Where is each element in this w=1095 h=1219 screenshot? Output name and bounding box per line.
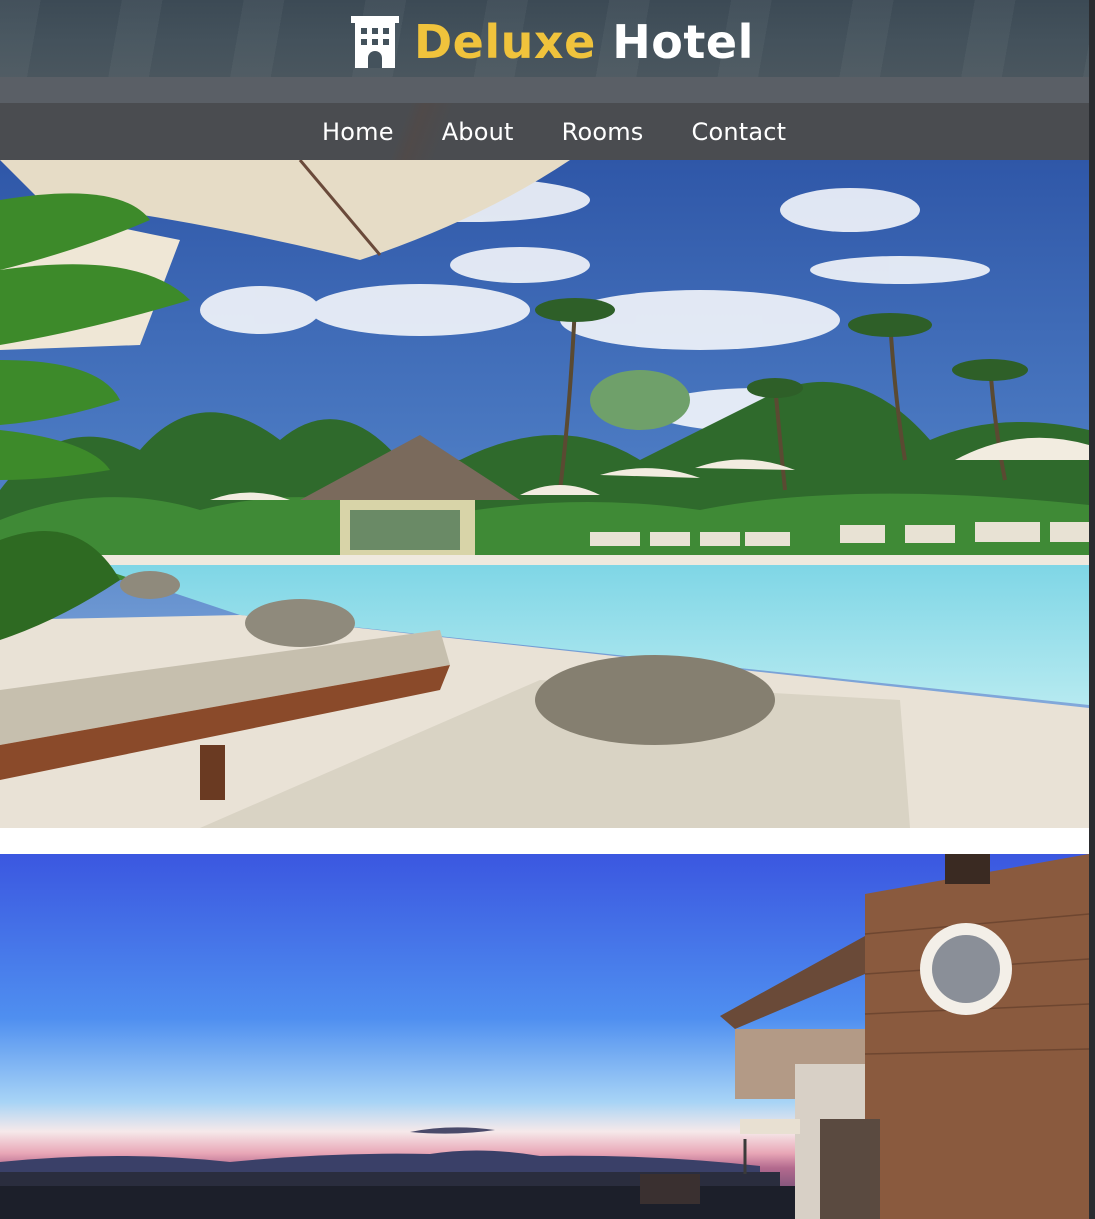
brand-name-main: Hotel [612,15,754,69]
nav-link-home[interactable]: Home [322,118,394,146]
nav-link-rooms[interactable]: Rooms [562,118,644,146]
sunset-hillside-villa-photo [0,854,1089,1219]
brand-name-accent: Deluxe [414,15,596,69]
resort-pool-illustration [0,160,1089,828]
resort-pool-photo [0,160,1089,828]
nav-menu: Home About Rooms Contact [322,103,786,160]
nav-link-contact[interactable]: Contact [692,118,787,146]
hotel-page: Deluxe Hotel Home About Rooms Contact [0,0,1089,1219]
main-navigation: Home About Rooms Contact [0,103,1089,160]
nav-link-about[interactable]: About [442,118,514,146]
site-header: Deluxe Hotel [0,0,1089,77]
sunset-villa-illustration [0,854,1089,1219]
header-divider-bar [0,77,1089,103]
brand-name: Deluxe Hotel [414,14,754,70]
window-right-edge [1089,0,1095,1219]
brand-logo[interactable]: Deluxe Hotel [350,14,754,70]
gallery-spacer [0,828,1089,854]
hotel-building-icon [351,16,399,68]
